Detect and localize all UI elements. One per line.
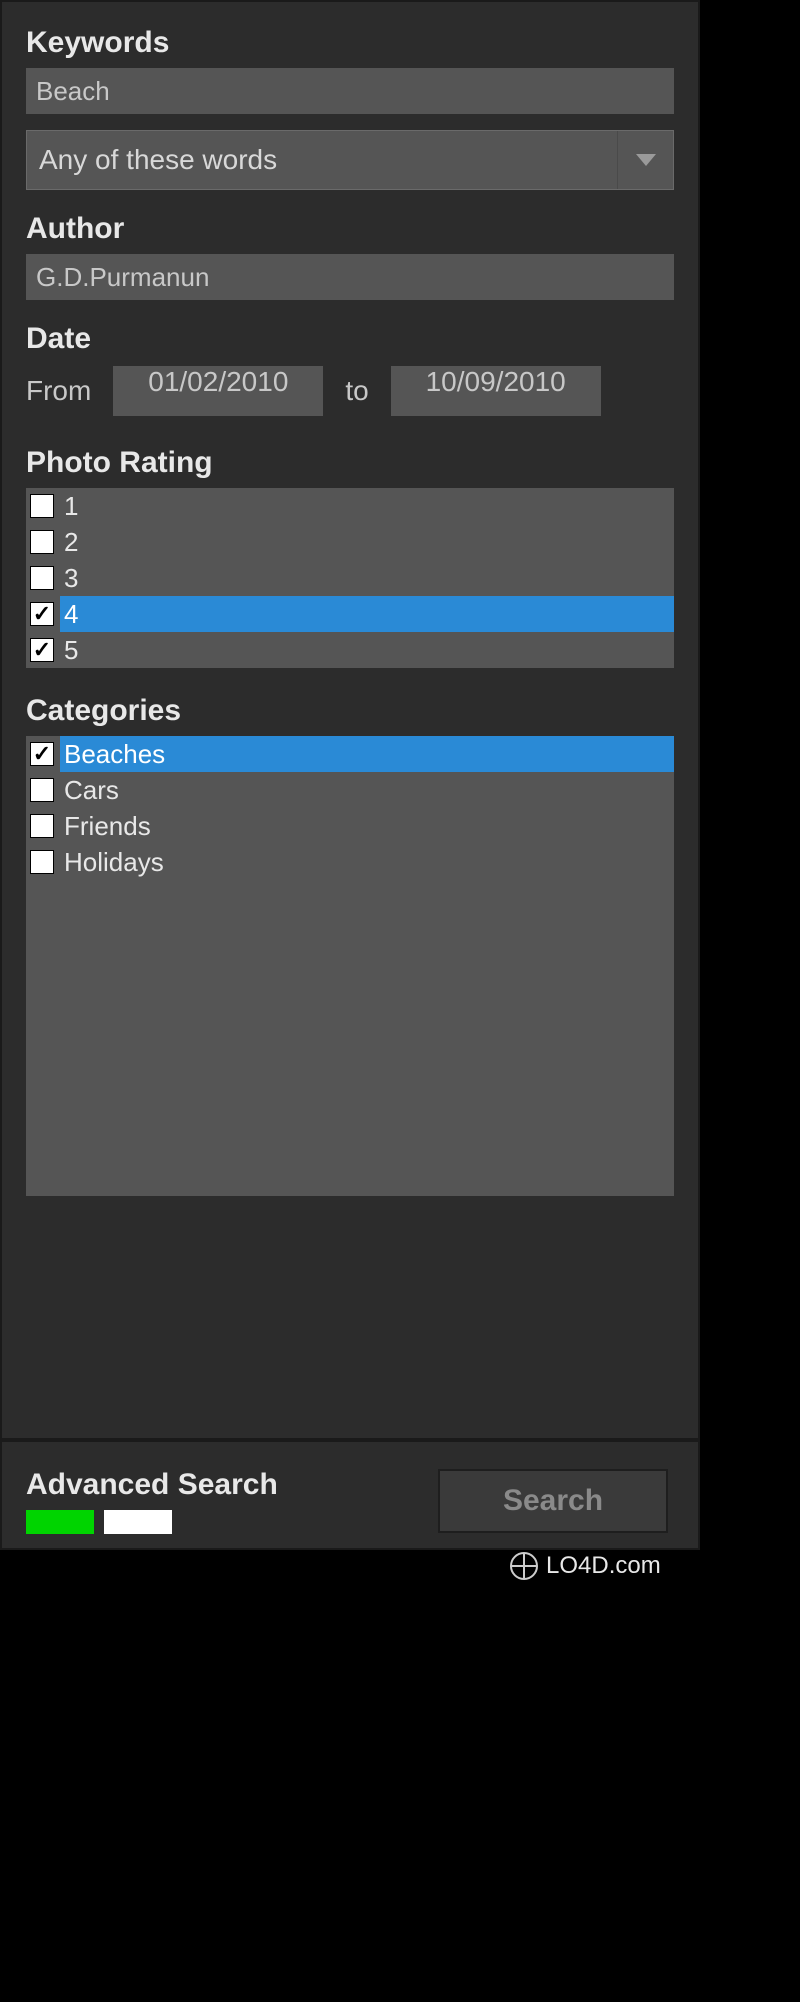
- date-from-label: From: [26, 375, 91, 407]
- rating-item-label: 1: [60, 488, 674, 524]
- rating-item-row[interactable]: 1: [26, 488, 674, 524]
- rating-item-checkbox[interactable]: [30, 494, 54, 518]
- category-item-label: Friends: [60, 808, 674, 844]
- globe-icon: [510, 1552, 538, 1580]
- chevron-down-icon[interactable]: [617, 131, 673, 189]
- category-item-checkbox[interactable]: [30, 778, 54, 802]
- category-item-row[interactable]: Cars: [26, 772, 674, 808]
- rating-item-checkbox[interactable]: [30, 530, 54, 554]
- rating-item-label: 5: [60, 632, 674, 668]
- categories-heading: Categories: [26, 694, 674, 728]
- category-item-label: Beaches: [60, 736, 674, 772]
- keywords-heading: Keywords: [26, 26, 674, 60]
- rating-item-label: 2: [60, 524, 674, 560]
- date-to-label: to: [345, 375, 368, 407]
- date-from-input[interactable]: 01/02/2010: [113, 366, 323, 416]
- rating-item-checkbox[interactable]: ✓: [30, 638, 54, 662]
- swatch-green[interactable]: [26, 1510, 94, 1534]
- keywords-mode-label: Any of these words: [27, 144, 617, 176]
- keywords-input[interactable]: Beach: [26, 68, 674, 114]
- category-item-label: Cars: [60, 772, 674, 808]
- color-swatches: [26, 1510, 438, 1534]
- rating-item-label: 3: [60, 560, 674, 596]
- watermark-text: LO4D.com: [546, 1552, 661, 1580]
- rating-item-row[interactable]: 2: [26, 524, 674, 560]
- search-button[interactable]: Search: [438, 1469, 668, 1533]
- footer-bar: Advanced Search Search: [2, 1438, 698, 1548]
- rating-heading: Photo Rating: [26, 446, 674, 480]
- swatch-white[interactable]: [104, 1510, 172, 1534]
- category-item-checkbox[interactable]: ✓: [30, 742, 54, 766]
- rating-item-row[interactable]: 3: [26, 560, 674, 596]
- category-item-row[interactable]: ✓Beaches: [26, 736, 674, 772]
- author-heading: Author: [26, 212, 674, 246]
- rating-item-row[interactable]: ✓5: [26, 632, 674, 668]
- rating-item-checkbox[interactable]: ✓: [30, 602, 54, 626]
- advanced-search-block: Advanced Search: [26, 1468, 438, 1534]
- rating-item-row[interactable]: ✓4: [26, 596, 674, 632]
- category-item-checkbox[interactable]: [30, 850, 54, 874]
- advanced-search-label: Advanced Search: [26, 1468, 438, 1502]
- category-item-label: Holidays: [60, 844, 674, 880]
- date-to-input[interactable]: 10/09/2010: [391, 366, 601, 416]
- keywords-mode-dropdown[interactable]: Any of these words: [26, 130, 674, 190]
- watermark: LO4D.com: [510, 1552, 661, 1580]
- author-input[interactable]: G.D.Purmanun: [26, 254, 674, 300]
- search-panel: Keywords Beach Any of these words Author…: [0, 0, 700, 1550]
- date-heading: Date: [26, 322, 674, 356]
- category-item-row[interactable]: Friends: [26, 808, 674, 844]
- categories-listbox[interactable]: ✓BeachesCarsFriendsHolidays: [26, 736, 674, 1196]
- rating-item-label: 4: [60, 596, 674, 632]
- date-row: From 01/02/2010 to 10/09/2010: [26, 366, 674, 416]
- rating-listbox[interactable]: 123✓4✓5: [26, 488, 674, 668]
- category-item-checkbox[interactable]: [30, 814, 54, 838]
- category-item-row[interactable]: Holidays: [26, 844, 674, 880]
- rating-item-checkbox[interactable]: [30, 566, 54, 590]
